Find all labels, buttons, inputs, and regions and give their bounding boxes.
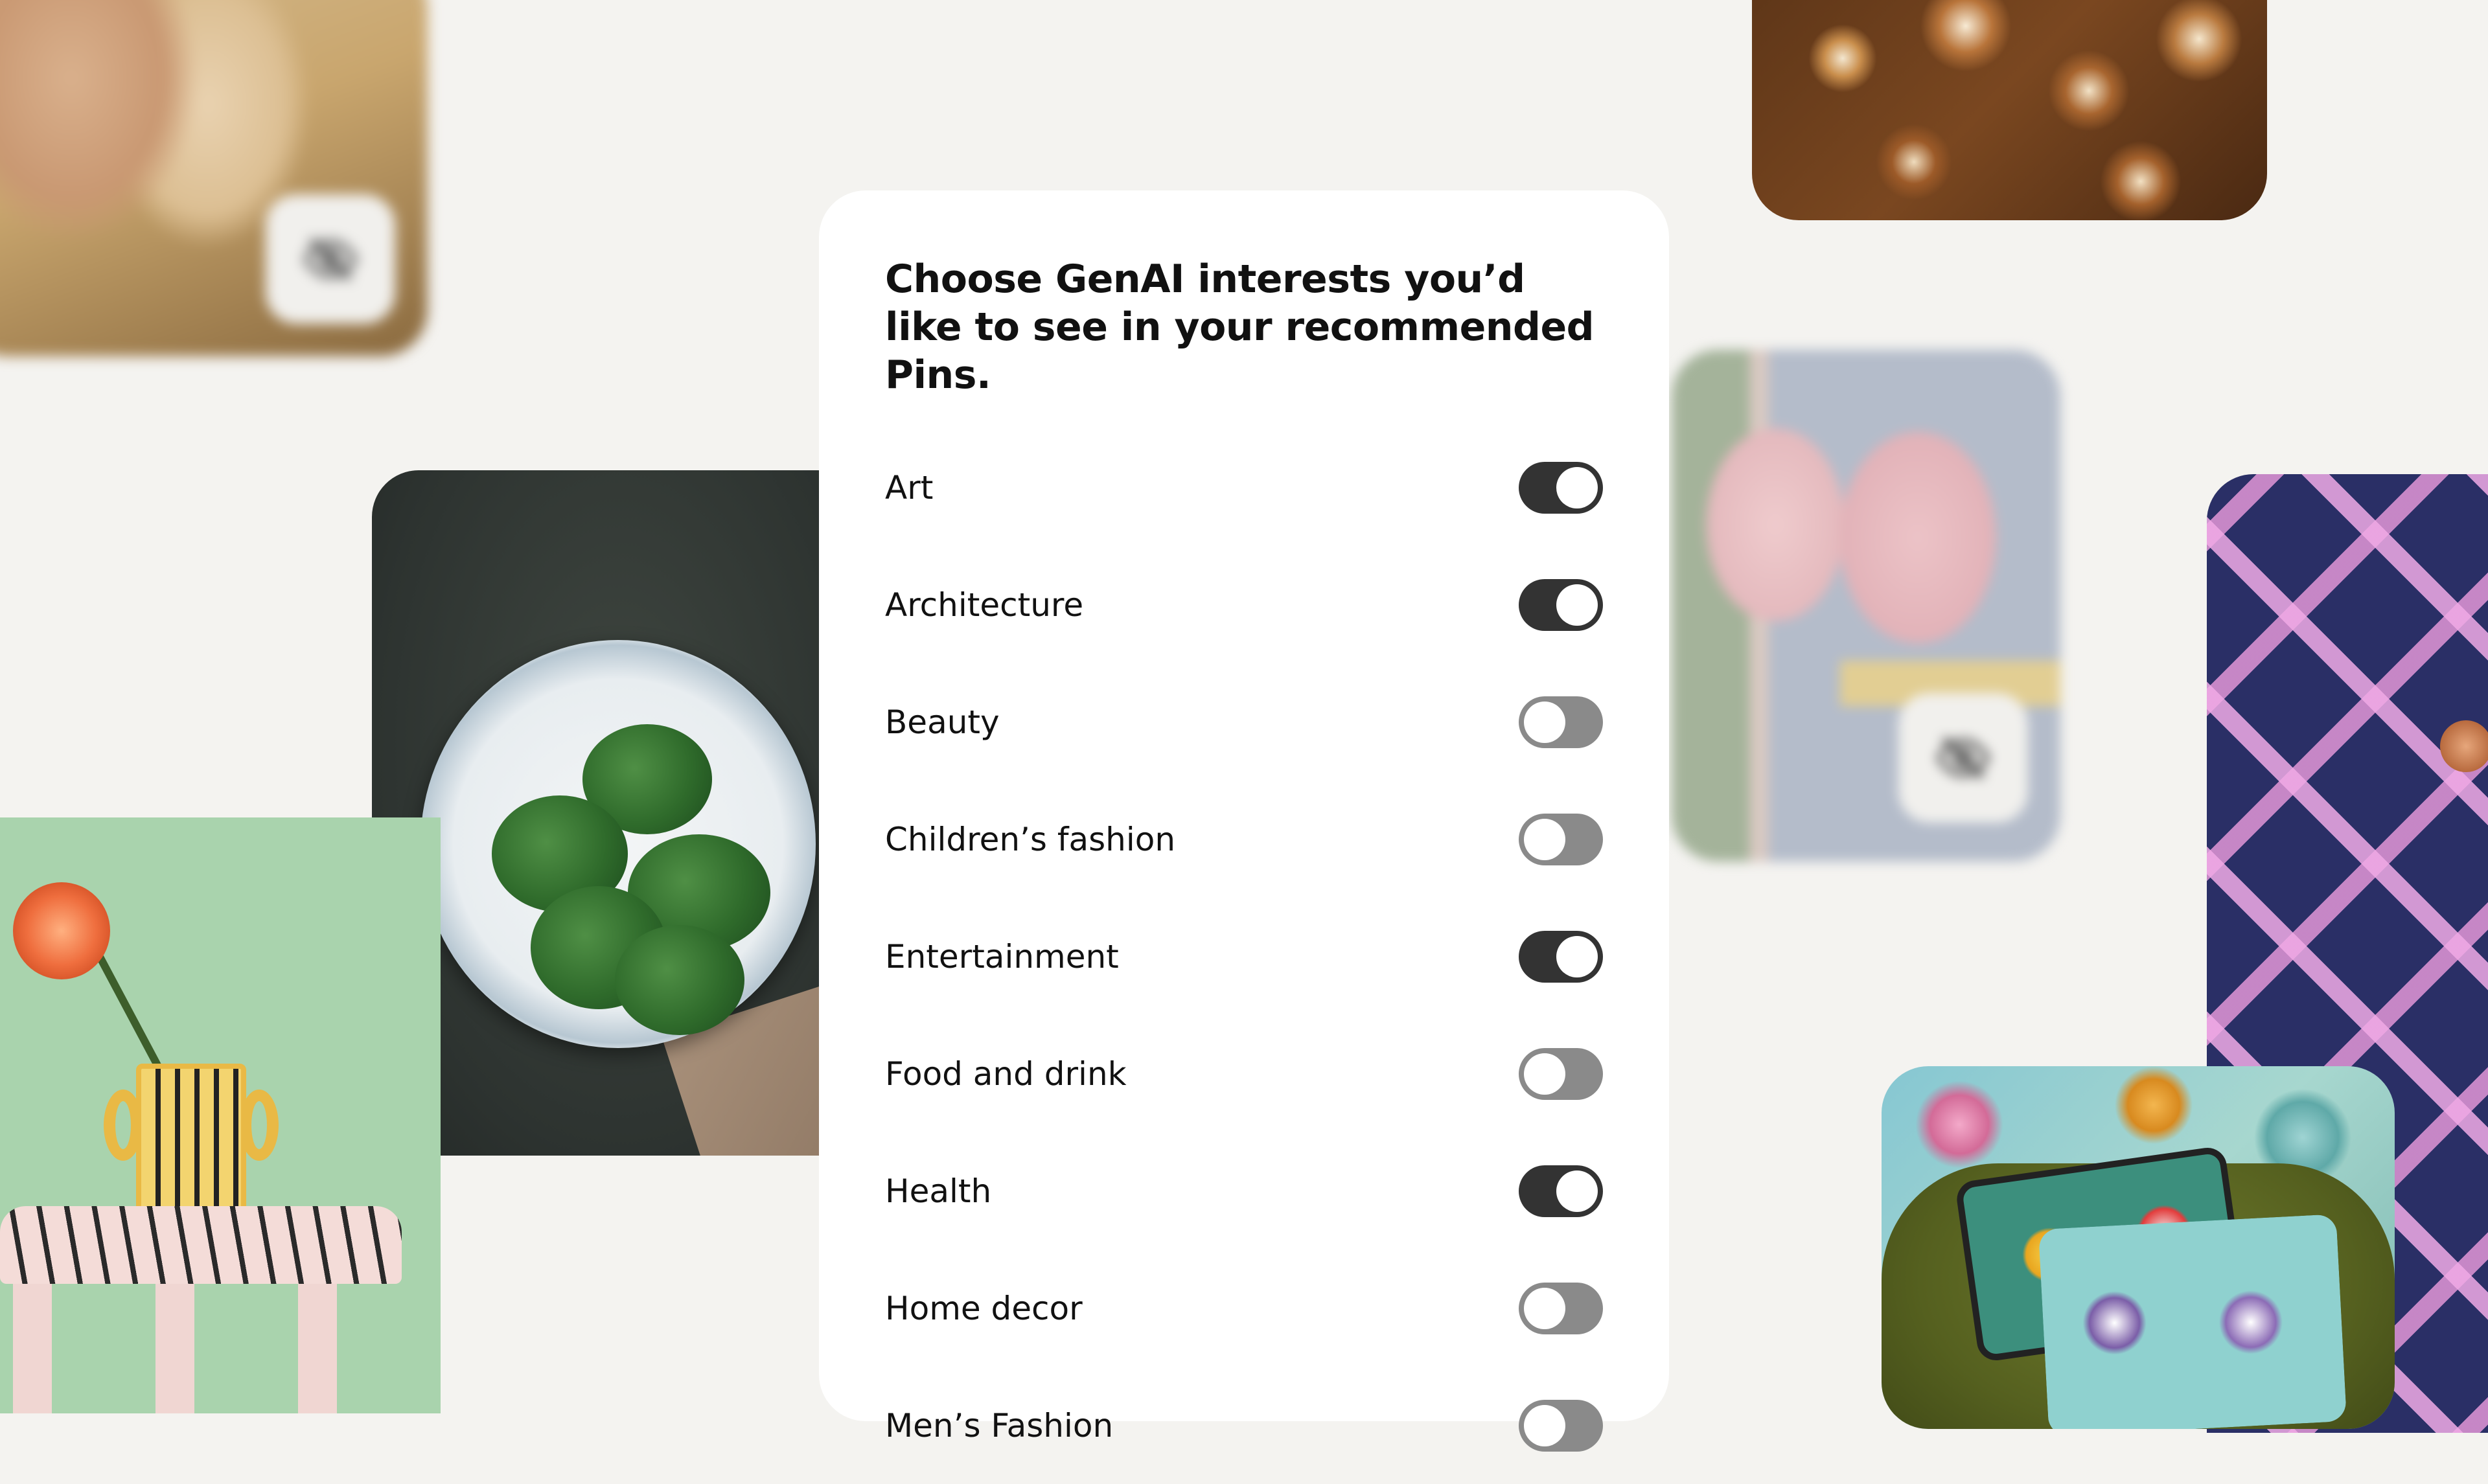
toggle-knob [1524, 1053, 1565, 1095]
card-title: Choose GenAI interests you’d like to see… [885, 257, 1595, 398]
toggle-mens-fashion[interactable] [1519, 1399, 1603, 1452]
plate [420, 640, 816, 1048]
floral-pillow [2038, 1214, 2347, 1429]
toggle-art[interactable] [1519, 461, 1603, 514]
toggle-childrens-fashion[interactable] [1519, 813, 1603, 865]
genai-interests-card: Choose GenAI interests you’d like to see… [819, 190, 1669, 1452]
interest-row-health: Health [885, 1132, 1603, 1250]
blurred-portrait-image [0, 0, 428, 356]
interest-label: Health [885, 1172, 992, 1210]
interest-label: Beauty [885, 703, 1000, 741]
interest-label: Home decor [885, 1289, 1083, 1327]
eye-slash-icon [303, 237, 358, 281]
interest-row-entertainment: Entertainment [885, 898, 1603, 1015]
toggle-architecture[interactable] [1519, 578, 1603, 631]
interest-row-beauty: Beauty [885, 663, 1603, 781]
stool-legs [13, 1284, 389, 1413]
toggle-knob [1556, 1170, 1598, 1212]
interest-label: Entertainment [885, 937, 1119, 976]
toggle-health[interactable] [1519, 1165, 1603, 1217]
flower [13, 882, 110, 979]
toggle-knob [1524, 818, 1565, 860]
cabbage-roll [615, 925, 744, 1035]
interest-row-home-decor: Home decor [885, 1250, 1603, 1367]
hidden-content-badge [266, 194, 395, 324]
interest-row-mens-fashion: Men’s Fashion [885, 1367, 1603, 1484]
toggle-knob [1524, 1404, 1565, 1446]
interest-label: Children’s fashion [885, 820, 1176, 858]
interest-label: Men’s Fashion [885, 1406, 1114, 1444]
interest-label: Art [885, 468, 934, 507]
flower-stem [91, 945, 165, 1075]
floral-armchair-image [1882, 1066, 2395, 1429]
toggle-knob [1524, 701, 1565, 743]
hidden-content-badge [1898, 693, 2028, 823]
vase-on-stool-image [0, 817, 441, 1413]
blurred-tennis-rackets-image [1672, 350, 2060, 862]
toggle-beauty[interactable] [1519, 696, 1603, 748]
toggle-knob [1556, 584, 1598, 626]
toggle-food-and-drink[interactable] [1519, 1047, 1603, 1100]
cabbage-rolls-plate-image [372, 470, 864, 1156]
jacket-button [2440, 720, 2488, 772]
striped-stool [0, 1206, 402, 1284]
interest-label: Food and drink [885, 1055, 1127, 1093]
toggle-knob [1556, 466, 1598, 508]
eye-slash-icon [1936, 736, 1990, 780]
interest-row-food-and-drink: Food and drink [885, 1015, 1603, 1132]
pastry-image [1752, 0, 2267, 220]
toggle-entertainment[interactable] [1519, 930, 1603, 983]
interest-row-childrens-fashion: Children’s fashion [885, 781, 1603, 898]
interest-row-architecture: Architecture [885, 546, 1603, 663]
toggle-knob [1556, 935, 1598, 977]
toggle-knob [1524, 1287, 1565, 1329]
toggle-home-decor[interactable] [1519, 1282, 1603, 1334]
interest-list: Art Architecture Beauty Children’s fashi… [885, 429, 1603, 1484]
interest-label: Architecture [885, 586, 1084, 624]
interest-row-art: Art [885, 429, 1603, 546]
